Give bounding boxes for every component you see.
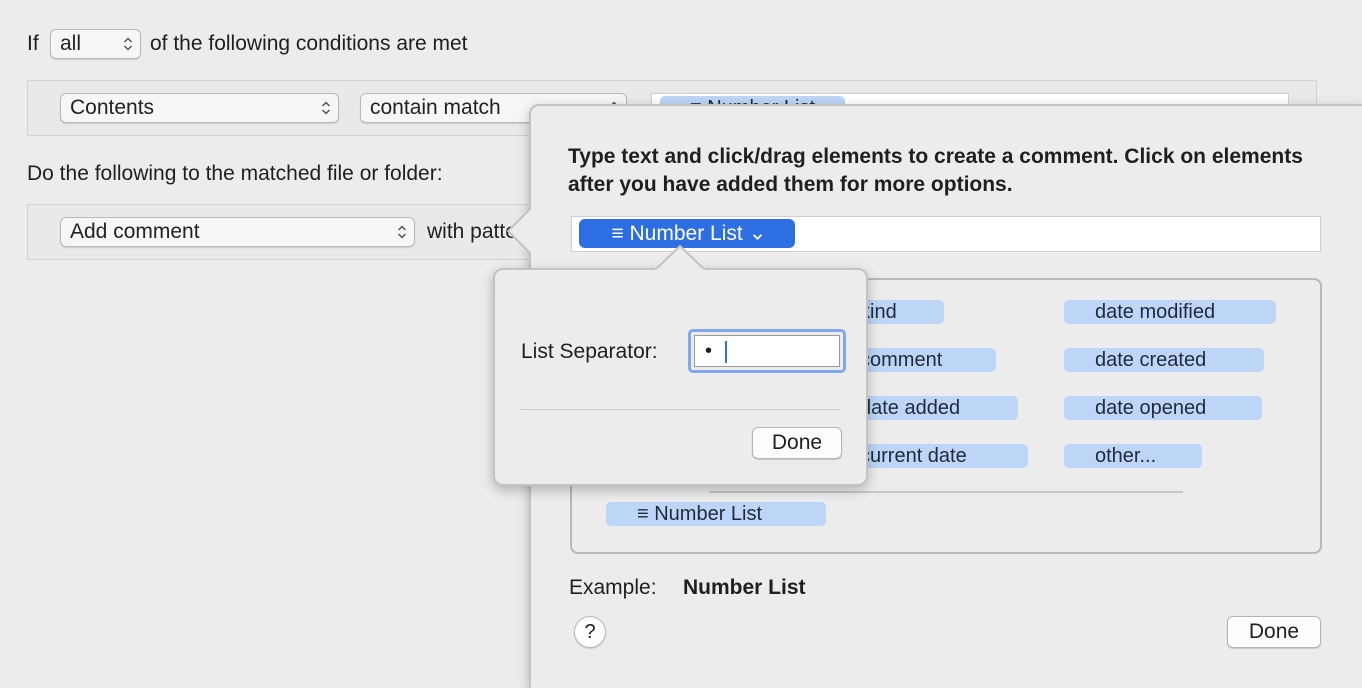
conditions-suffix: of the following conditions are met [150,32,468,55]
actions-heading: Do the following to the matched file or … [27,162,443,185]
panel-done-button[interactable]: Done [1227,616,1321,648]
list-separator-popover: List Separator: • Done [493,268,868,486]
help-button[interactable]: ? [574,616,606,648]
token-other[interactable]: other... [1064,444,1202,468]
separator-done-button[interactable]: Done [752,427,842,459]
token-date-modified[interactable]: date modified [1064,300,1276,324]
token-date-opened[interactable]: date opened [1064,396,1262,420]
separator-input-focus-ring: • [688,329,846,373]
token-number-list[interactable]: ≡ Number List [606,502,826,526]
match-mode-value: all [60,32,82,55]
selected-token-label: ≡ Number List [611,222,743,245]
separator-popover-arrow [655,244,705,272]
separator-value: • [705,340,713,362]
action-value: Add comment [70,220,200,243]
updown-arrows-icon [321,94,331,122]
example-label: Example: [569,576,657,599]
match-mode-popup[interactable]: all [50,29,141,59]
action-popup[interactable]: Add comment [60,217,415,247]
elements-divider [709,491,1183,493]
separator-input[interactable]: • [694,335,840,367]
attribute-popup[interactable]: Contents [60,93,339,123]
attribute-value: Contents [70,96,155,119]
token-date-created[interactable]: date created [1064,348,1264,372]
popover-divider [521,409,841,410]
updown-arrows-icon [123,30,133,58]
comment-panel-arrow [506,208,534,256]
list-separator-label: List Separator: [521,340,658,363]
updown-arrows-icon [397,218,407,246]
action-row: Add comment with pattern [27,204,547,260]
example-value: Number List [683,576,806,599]
text-cursor [724,340,727,363]
instructions-text: Type text and click/drag elements to cre… [568,145,1303,196]
operator-value: contain match [370,96,501,119]
help-icon: ? [584,621,596,643]
if-label: If [27,32,39,55]
chevron-down-icon [752,220,763,249]
